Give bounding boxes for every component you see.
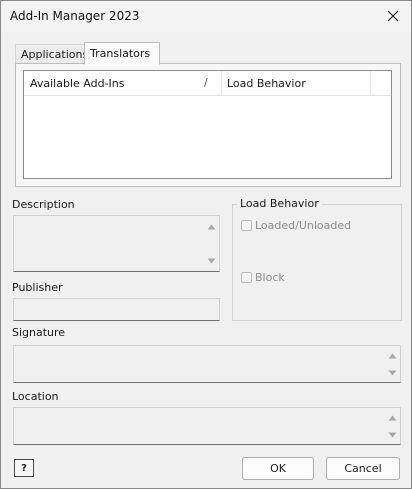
loaded-unloaded-option[interactable]: Loaded/Unloaded xyxy=(241,219,351,232)
load-behavior-group-title: Load Behavior xyxy=(237,197,322,210)
scroll-down-arrow-icon xyxy=(207,258,215,264)
location-field[interactable] xyxy=(13,407,401,445)
signature-label: Signature xyxy=(12,326,66,339)
cancel-button[interactable]: Cancel xyxy=(326,457,400,480)
ok-button[interactable]: OK xyxy=(242,457,314,480)
scroll-down-arrow-icon xyxy=(388,432,396,438)
loaded-unloaded-label: Loaded/Unloaded xyxy=(255,219,352,232)
close-button[interactable] xyxy=(381,5,405,27)
add-in-manager-window: Add-In Manager 2023 Applications Transla… xyxy=(0,0,412,489)
scroll-up-arrow-icon xyxy=(388,353,396,359)
help-button[interactable]: ? xyxy=(14,459,34,477)
description-scroll-up[interactable] xyxy=(205,220,217,234)
window-title: Add-In Manager 2023 xyxy=(10,9,140,23)
add-ins-list[interactable]: Available Add-Ins / Load Behavior xyxy=(23,70,392,179)
location-label: Location xyxy=(12,390,59,403)
list-header: Available Add-Ins / Load Behavior xyxy=(24,71,391,96)
location-scroll-up[interactable] xyxy=(386,411,398,425)
publisher-label: Publisher xyxy=(12,281,63,294)
signature-scroll-down[interactable] xyxy=(386,366,398,380)
title-bar: Add-In Manager 2023 xyxy=(1,1,411,32)
tab-translators[interactable]: Translators xyxy=(84,42,160,65)
loaded-unloaded-checkbox[interactable] xyxy=(241,220,252,231)
cancel-button-label: Cancel xyxy=(344,462,382,475)
column-divider[interactable] xyxy=(221,71,222,95)
signature-scroll-up[interactable] xyxy=(386,349,398,363)
description-field[interactable] xyxy=(13,215,220,272)
column-divider[interactable] xyxy=(370,71,371,95)
block-option[interactable]: Block xyxy=(241,271,285,284)
signature-field[interactable] xyxy=(13,345,401,383)
block-checkbox[interactable] xyxy=(241,272,252,283)
tab-applications-label: Applications xyxy=(21,48,89,61)
ok-button-label: OK xyxy=(270,462,286,475)
tab-panel: Available Add-Ins / Load Behavior xyxy=(15,63,401,187)
sort-indicator: / xyxy=(204,76,208,89)
scroll-up-arrow-icon xyxy=(388,415,396,421)
tab-translators-label: Translators xyxy=(90,47,151,60)
column-header-load-behavior[interactable]: Load Behavior xyxy=(227,77,306,90)
block-label: Block xyxy=(255,271,285,284)
publisher-field[interactable] xyxy=(13,298,220,321)
scroll-down-arrow-icon xyxy=(388,370,396,376)
column-header-available-add-ins[interactable]: Available Add-Ins xyxy=(30,77,125,90)
help-icon: ? xyxy=(21,462,27,474)
close-icon xyxy=(387,10,399,22)
description-label: Description xyxy=(12,198,75,211)
description-scroll-down[interactable] xyxy=(205,254,217,268)
scroll-up-arrow-icon xyxy=(207,224,215,230)
tab-applications[interactable]: Applications xyxy=(15,44,93,64)
location-scroll-down[interactable] xyxy=(386,428,398,442)
